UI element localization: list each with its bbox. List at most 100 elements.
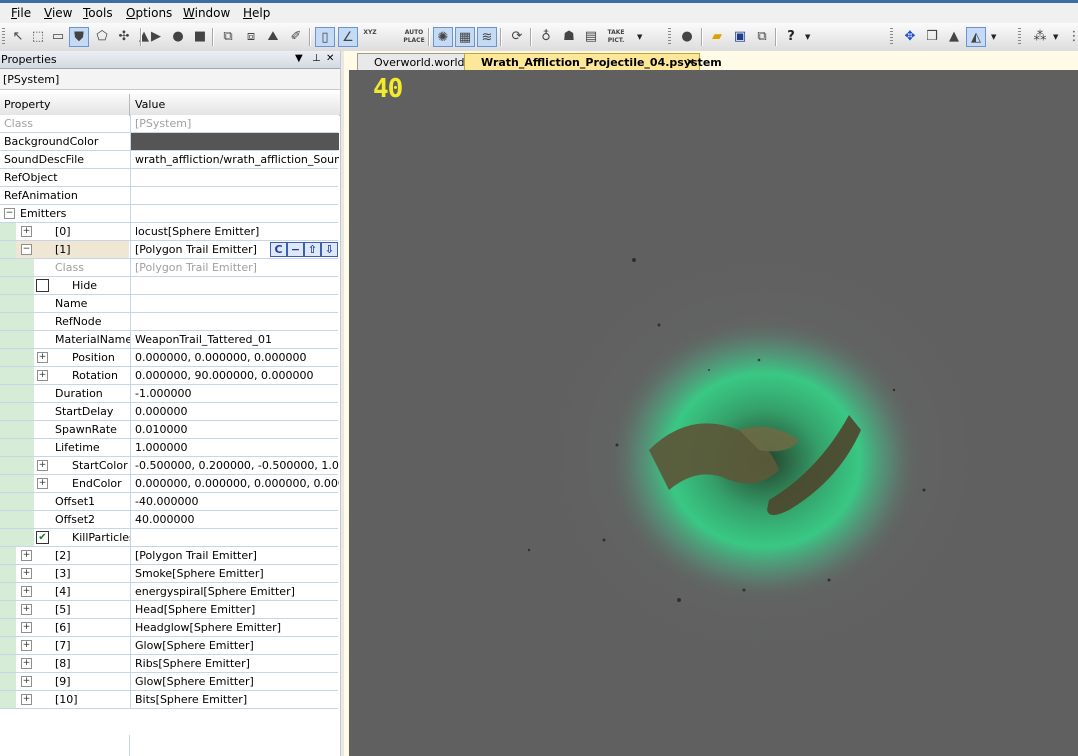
expand-icon[interactable]: + — [21, 694, 32, 705]
property-name-cell[interactable]: + [6] — [0, 619, 129, 636]
toolbar-grip[interactable] — [668, 28, 671, 46]
property-name-cell[interactable]: + [4] — [0, 583, 129, 600]
property-name-cell[interactable]: + EndColor — [0, 475, 129, 492]
particles-icon[interactable]: ⁂ — [1030, 27, 1050, 47]
property-value-cell[interactable]: locust[Sphere Emitter] — [130, 223, 339, 240]
property-value-cell[interactable] — [130, 295, 339, 312]
property-name-cell[interactable]: + [7] — [0, 637, 129, 654]
select-box-icon[interactable]: ⬚ — [28, 27, 48, 47]
property-value-cell[interactable]: [Polygon Trail Emitter] — [130, 259, 339, 276]
property-value-cell[interactable] — [130, 133, 339, 150]
property-name-cell[interactable]: + [0] — [0, 223, 129, 240]
xyz-axis-button[interactable]: XYZ — [360, 27, 380, 47]
property-value-cell[interactable]: -40.000000 — [130, 493, 339, 510]
paint-terrain-icon[interactable]: ⛰ — [263, 27, 283, 47]
property-name-cell[interactable]: RefObject — [0, 169, 129, 186]
property-row[interactable]: + [6] Headglow[Sphere Emitter] — [0, 619, 339, 637]
property-value-cell[interactable]: -1.000000 — [130, 385, 339, 402]
property-row[interactable]: + [8] Ribs[Sphere Emitter] — [0, 655, 339, 673]
property-name-cell[interactable]: Name — [0, 295, 129, 312]
property-value-cell[interactable]: 1.000000 — [130, 439, 339, 456]
property-name-cell[interactable]: + [10] — [0, 691, 129, 708]
property-value-cell[interactable] — [130, 529, 339, 546]
3d-viewport[interactable]: 40 — [349, 70, 1078, 756]
property-name-cell[interactable]: ✔ KillParticles — [0, 529, 135, 546]
brush-icon[interactable]: ✐ — [286, 27, 306, 47]
move-up-button[interactable]: ⇧ — [304, 242, 321, 257]
property-row[interactable]: Lifetime 1.000000 — [0, 439, 339, 457]
property-value-cell[interactable]: Glow[Sphere Emitter] — [130, 673, 339, 690]
toolbar-grip[interactable] — [1018, 28, 1021, 46]
menu-tools[interactable]: Tools — [83, 6, 113, 20]
property-value-cell[interactable]: [Polygon Trail Emitter] — [130, 547, 339, 564]
property-value-cell[interactable]: Head[Sphere Emitter] — [130, 601, 339, 618]
property-name-cell[interactable]: − [1] — [0, 241, 129, 258]
property-row[interactable]: + EndColor 0.000000, 0.000000, 0.000000, 0… — [0, 475, 339, 493]
property-name-cell[interactable]: RefAnimation — [0, 187, 129, 204]
mesh-icon[interactable]: ▲ — [944, 27, 964, 47]
expand-icon[interactable]: + — [37, 370, 48, 381]
property-row[interactable]: BackgroundColor — [0, 133, 339, 151]
select-rect-icon[interactable]: ▭ — [48, 27, 68, 47]
toolbar-grip[interactable] — [890, 28, 893, 46]
property-row[interactable]: Offset2 40.000000 — [0, 511, 339, 529]
menu-file[interactable]: File — [11, 6, 31, 20]
record-icon[interactable]: ● — [168, 27, 188, 47]
expand-icon[interactable]: + — [21, 568, 32, 579]
toolbar-dropdown-icon[interactable]: ▼ — [805, 33, 810, 41]
property-row[interactable]: Class [PSystem] — [0, 115, 339, 133]
property-row[interactable]: − Emitters — [0, 205, 339, 223]
cube-icon[interactable]: ❒ — [922, 27, 942, 47]
expand-icon[interactable]: + — [21, 658, 32, 669]
property-name-cell[interactable]: Hide — [0, 277, 129, 294]
property-value-cell[interactable]: Headglow[Sphere Emitter] — [130, 619, 339, 636]
property-row[interactable]: RefNode — [0, 313, 339, 331]
collapse-icon[interactable]: − — [21, 244, 32, 255]
help-icon[interactable]: ? — [781, 27, 801, 47]
pin-icon[interactable]: ⊥ — [312, 53, 321, 64]
move-gizmo-icon[interactable]: ✥ — [900, 27, 920, 47]
menu-view[interactable]: View — [44, 6, 72, 20]
expand-icon[interactable]: + — [21, 604, 32, 615]
property-name-cell[interactable]: RefNode — [0, 313, 129, 330]
property-row[interactable]: + Position 0.000000, 0.000000, 0.000000 — [0, 349, 339, 367]
property-name-cell[interactable]: SoundDescFile — [0, 151, 129, 168]
refresh-icon[interactable]: ⟳ — [507, 27, 527, 47]
property-value-cell[interactable]: 40.000000 — [130, 511, 339, 528]
property-value-cell[interactable]: Smoke[Sphere Emitter] — [130, 565, 339, 582]
expand-icon[interactable]: + — [21, 622, 32, 633]
column-value[interactable]: Value — [135, 98, 165, 111]
property-value-cell[interactable]: 0.000000 — [130, 403, 339, 420]
property-row[interactable]: Name — [0, 295, 339, 313]
expand-icon[interactable]: + — [37, 478, 48, 489]
property-value-cell[interactable]: [PSystem] — [130, 115, 339, 132]
grid-floor-icon[interactable]: ◭ — [966, 27, 986, 47]
property-name-cell[interactable]: Class — [0, 115, 129, 132]
property-name-cell[interactable]: + Rotation — [0, 367, 129, 384]
property-name-cell[interactable]: Lifetime — [0, 439, 129, 456]
stop-icon[interactable]: ■ — [190, 27, 210, 47]
property-row[interactable]: + [7] Glow[Sphere Emitter] — [0, 637, 339, 655]
property-row[interactable]: Class [Polygon Trail Emitter] — [0, 259, 339, 277]
property-value-cell[interactable]: 0.010000 — [130, 421, 339, 438]
angle-snap-icon[interactable]: ∠ — [338, 27, 358, 47]
property-row[interactable]: + [3] Smoke[Sphere Emitter] — [0, 565, 339, 583]
property-row[interactable]: Duration -1.000000 — [0, 385, 339, 403]
property-row[interactable]: + [9] Glow[Sphere Emitter] — [0, 673, 339, 691]
expand-icon[interactable]: + — [21, 676, 32, 687]
play-icon[interactable]: ▶ — [146, 27, 166, 47]
property-row[interactable]: + [4] energyspiral[Sphere Emitter] — [0, 583, 339, 601]
property-row[interactable]: + Rotation 0.000000, 90.000000, 0.000000 — [0, 367, 339, 385]
property-name-cell[interactable]: + [2] — [0, 547, 129, 564]
expand-icon[interactable]: + — [21, 550, 32, 561]
checkbox[interactable] — [36, 279, 49, 292]
property-name-cell[interactable]: SpawnRate — [0, 421, 129, 438]
select-object-icon[interactable]: ⛊ — [69, 27, 89, 47]
move-down-button[interactable]: ⇩ — [321, 242, 338, 257]
property-value-cell[interactable]: Ribs[Sphere Emitter] — [130, 655, 339, 672]
property-value-cell[interactable]: 0.000000, 0.000000, 0.000000 — [130, 349, 339, 366]
property-row[interactable]: MaterialName WeaponTrail_Tattered_01 — [0, 331, 339, 349]
menu-options[interactable]: Options — [126, 6, 172, 20]
property-value-cell[interactable]: 0.000000, 0.000000, 0.000000, 0.000000 — [130, 475, 339, 492]
property-name-cell[interactable]: + [5] — [0, 601, 129, 618]
